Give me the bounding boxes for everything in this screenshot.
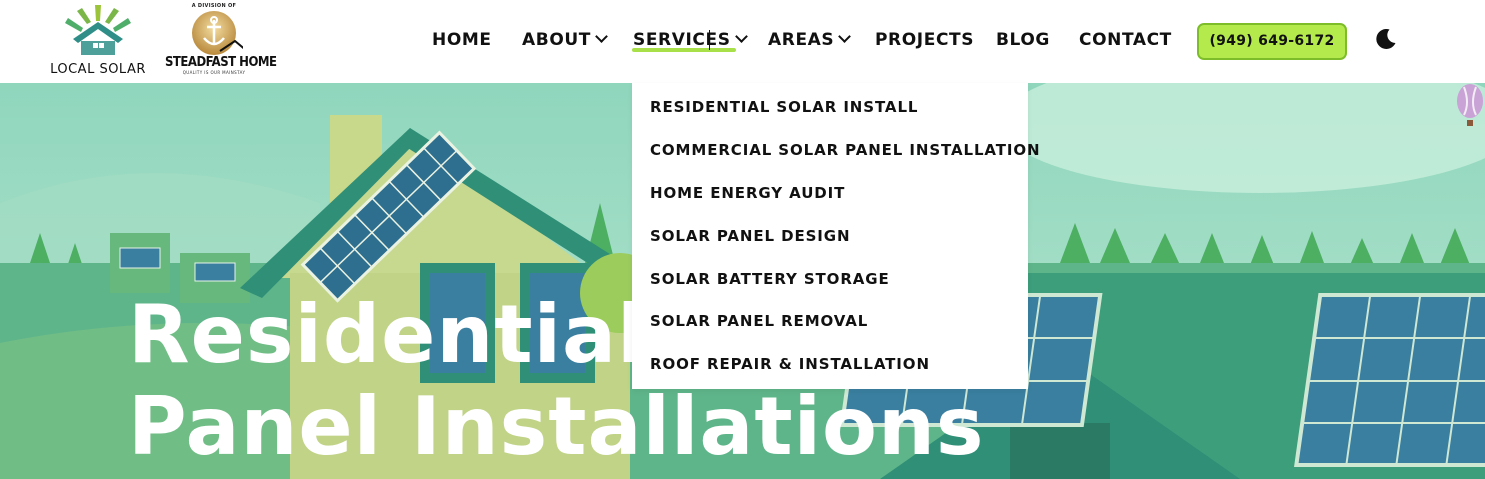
menu-item-solar-panel-design[interactable]: SOLAR PANEL DESIGN (650, 227, 850, 245)
division-label: A DIVISION OF (191, 3, 237, 9)
nav-blog[interactable]: BLOG (996, 27, 1050, 53)
nav-services-label: SERVICES (633, 30, 731, 50)
site-header: LOCAL SOLAR A DIVISION OF STEADFAST HOME… (0, 0, 1485, 83)
menu-item-solar-panel-removal[interactable]: SOLAR PANEL REMOVAL (650, 312, 868, 330)
nav-about-label: ABOUT (522, 30, 591, 50)
menu-item-solar-battery-storage[interactable]: SOLAR BATTERY STORAGE (650, 270, 890, 288)
hero-title-line2: Panel Installations (128, 380, 985, 473)
local-solar-logo[interactable]: LOCAL SOLAR (46, 5, 150, 77)
text-cursor (709, 30, 710, 50)
local-solar-wordmark: LOCAL SOLAR (50, 62, 146, 77)
nav-blog-label: BLOG (996, 30, 1050, 50)
nav-home[interactable]: HOME (432, 27, 492, 53)
menu-item-home-energy-audit[interactable]: HOME ENERGY AUDIT (650, 184, 845, 202)
nav-projects-label: PROJECTS (875, 30, 975, 50)
nav-contact-label: CONTACT (1079, 30, 1172, 50)
nav-areas[interactable]: AREAS (768, 27, 852, 53)
chevron-down-icon (734, 30, 748, 43)
menu-item-residential-solar-install[interactable]: RESIDENTIAL SOLAR INSTALL (650, 98, 918, 116)
nav-home-label: HOME (432, 30, 492, 50)
services-dropdown: RESIDENTIAL SOLAR INSTALL COMMERCIAL SOL… (632, 83, 1040, 389)
nav-areas-label: AREAS (768, 30, 835, 50)
menu-item-roof-repair[interactable]: ROOF REPAIR & INSTALLATION (650, 355, 930, 373)
phone-button[interactable]: (949) 649-6172 (1197, 23, 1347, 60)
active-nav-underline (632, 48, 736, 52)
anchor-emblem-icon (192, 11, 243, 55)
steadfast-tagline: QUALITY IS OUR MAINSTAY (182, 70, 246, 75)
menu-item-commercial-solar[interactable]: COMMERCIAL SOLAR PANEL INSTALLATION (650, 141, 1040, 159)
nav-about[interactable]: ABOUT (522, 27, 608, 53)
chevron-down-icon (595, 30, 608, 43)
chevron-down-icon (838, 30, 852, 43)
moon-icon[interactable] (1374, 27, 1398, 51)
steadfast-home-logo[interactable]: A DIVISION OF STEADFAST HOME QUALITY IS … (165, 3, 277, 77)
nav-contact[interactable]: CONTACT (1079, 27, 1172, 53)
steadfast-wordmark: STEADFAST HOME (165, 55, 277, 70)
nav-projects[interactable]: PROJECTS (875, 27, 974, 53)
sun-house-icon (65, 5, 131, 55)
